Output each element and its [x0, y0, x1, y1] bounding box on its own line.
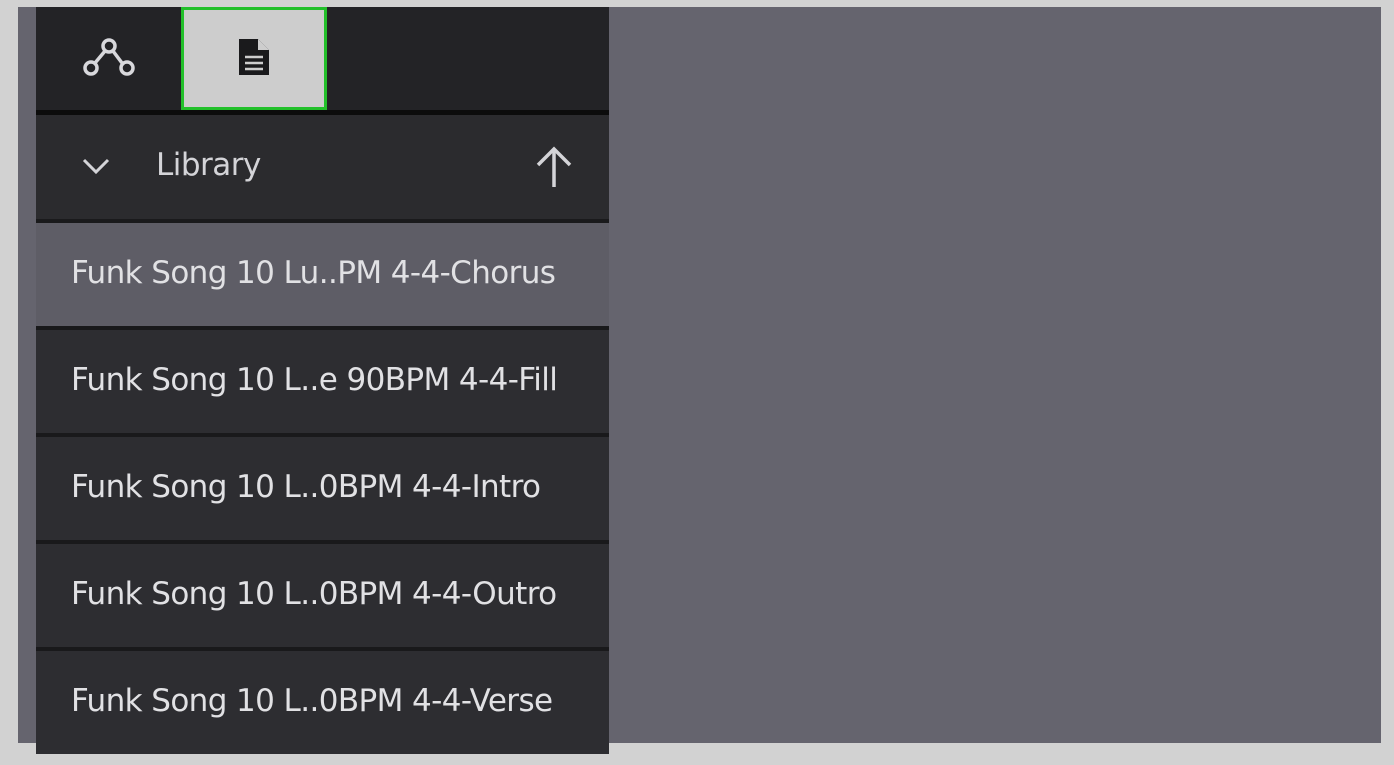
list-item-label: Funk Song 10 L..0BPM 4-4-Outro: [71, 576, 557, 612]
graph-nodes-icon: [82, 37, 136, 81]
library-title: Library: [156, 147, 261, 183]
collapse-button[interactable]: [76, 153, 116, 183]
list-item-label: Funk Song 10 L..e 90BPM 4-4-Fill: [71, 362, 558, 398]
list-item[interactable]: Funk Song 10 L..0BPM 4-4-Outro: [36, 544, 609, 651]
list-item[interactable]: Funk Song 10 L..e 90BPM 4-4-Fill: [36, 330, 609, 437]
list-item-label: Funk Song 10 L..0BPM 4-4-Verse: [71, 683, 553, 719]
up-button[interactable]: [529, 145, 579, 193]
list-item[interactable]: Funk Song 10 Lu..PM 4-4-Chorus: [36, 223, 609, 330]
list-item[interactable]: Funk Song 10 L..0BPM 4-4-Verse: [36, 651, 609, 754]
tab-bar: [36, 7, 609, 110]
library-list: Funk Song 10 Lu..PM 4-4-Chorus Funk Song…: [36, 223, 609, 754]
arrow-up-icon: [534, 145, 574, 193]
tab-graph[interactable]: [66, 7, 152, 110]
chevron-down-icon: [81, 157, 111, 179]
list-item-label: Funk Song 10 L..0BPM 4-4-Intro: [71, 469, 541, 505]
list-item-label: Funk Song 10 Lu..PM 4-4-Chorus: [71, 255, 556, 291]
tab-document[interactable]: [181, 7, 327, 110]
library-header: Library: [36, 115, 609, 219]
list-item[interactable]: Funk Song 10 L..0BPM 4-4-Intro: [36, 437, 609, 544]
library-panel: Library Funk Song 10 Lu..PM 4-4-Chorus F…: [36, 7, 609, 754]
document-icon: [237, 37, 271, 81]
